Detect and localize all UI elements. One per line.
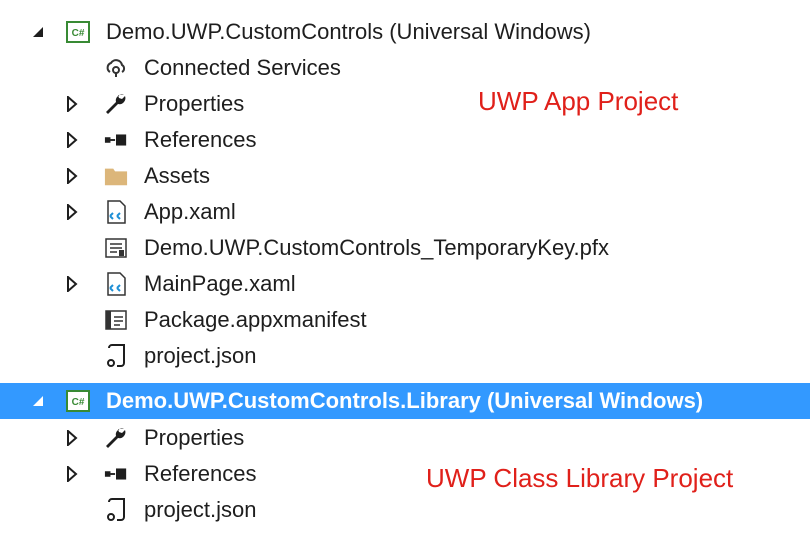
collapsed-triangle-icon[interactable] bbox=[64, 168, 80, 184]
tree-node-label: Demo.UWP.CustomControls (Universal Windo… bbox=[106, 19, 591, 44]
tree-node-mainpage-xaml[interactable]: MainPage.xaml bbox=[0, 266, 810, 302]
csharp-project-icon: C# bbox=[66, 20, 90, 44]
tree-node-label: MainPage.xaml bbox=[144, 271, 296, 296]
expand-triangle-icon[interactable] bbox=[30, 24, 46, 40]
references-icon bbox=[104, 128, 128, 152]
collapsed-triangle-icon[interactable] bbox=[64, 466, 80, 482]
xaml-file-icon bbox=[104, 272, 128, 296]
tree-node-label: Package.appxmanifest bbox=[144, 307, 367, 332]
tree-node-app-xaml[interactable]: App.xaml bbox=[0, 194, 810, 230]
tree-node-label: References bbox=[144, 461, 257, 486]
tree-node-library-project-json[interactable]: project.json bbox=[0, 492, 810, 528]
tree-node-label: Assets bbox=[144, 163, 211, 188]
collapsed-triangle-icon[interactable] bbox=[64, 430, 80, 446]
tree-node-library-properties[interactable]: Properties bbox=[0, 420, 810, 456]
tree-node-label: Demo.UWP.CustomControls.Library (Univers… bbox=[106, 388, 704, 413]
annotation-library-project: UWP Class Library Project bbox=[426, 463, 734, 493]
expand-triangle-icon[interactable] bbox=[30, 393, 46, 409]
svg-text:C#: C# bbox=[72, 28, 85, 39]
tree-node-label: Demo.UWP.CustomControls_TemporaryKey.pfx bbox=[144, 235, 610, 260]
folder-icon bbox=[104, 164, 128, 188]
annotation-app-project: UWP App Project bbox=[478, 86, 679, 116]
xaml-file-icon bbox=[104, 200, 128, 224]
svg-text:C#: C# bbox=[72, 397, 85, 408]
tree-node-label: project.json bbox=[144, 497, 257, 522]
tree-node-label: References bbox=[144, 127, 257, 152]
tree-node-package-manifest[interactable]: Package.appxmanifest bbox=[0, 302, 810, 338]
wrench-icon bbox=[104, 92, 128, 116]
tree-node-label: Connected Services bbox=[144, 55, 341, 80]
tree-node-label: App.xaml bbox=[144, 199, 236, 224]
json-file-icon bbox=[104, 344, 128, 368]
tree-node-project-app[interactable]: C# Demo.UWP.CustomControls (Universal Wi… bbox=[0, 14, 810, 50]
tree-node-label: Properties bbox=[144, 91, 245, 116]
tree-node-references[interactable]: References bbox=[0, 122, 810, 158]
connected-services-icon bbox=[104, 56, 128, 80]
collapsed-triangle-icon[interactable] bbox=[64, 276, 80, 292]
tree-node-assets[interactable]: Assets bbox=[0, 158, 810, 194]
collapsed-triangle-icon[interactable] bbox=[64, 132, 80, 148]
certificate-icon bbox=[104, 236, 128, 260]
tree-node-properties[interactable]: Properties bbox=[0, 86, 810, 122]
tree-node-label: Properties bbox=[144, 425, 245, 450]
tree-node-pfx[interactable]: Demo.UWP.CustomControls_TemporaryKey.pfx bbox=[0, 230, 810, 266]
tree-node-connected-services[interactable]: Connected Services bbox=[0, 50, 810, 86]
references-icon bbox=[104, 462, 128, 486]
tree-node-project-library[interactable]: C# Demo.UWP.CustomControls.Library (Univ… bbox=[0, 383, 810, 419]
tree-node-label: project.json bbox=[144, 343, 257, 368]
manifest-icon bbox=[104, 308, 128, 332]
json-file-icon bbox=[104, 498, 128, 522]
collapsed-triangle-icon[interactable] bbox=[64, 204, 80, 220]
wrench-icon bbox=[104, 426, 128, 450]
tree-node-project-json[interactable]: project.json bbox=[0, 338, 810, 374]
collapsed-triangle-icon[interactable] bbox=[64, 96, 80, 112]
csharp-project-icon: C# bbox=[66, 389, 90, 413]
